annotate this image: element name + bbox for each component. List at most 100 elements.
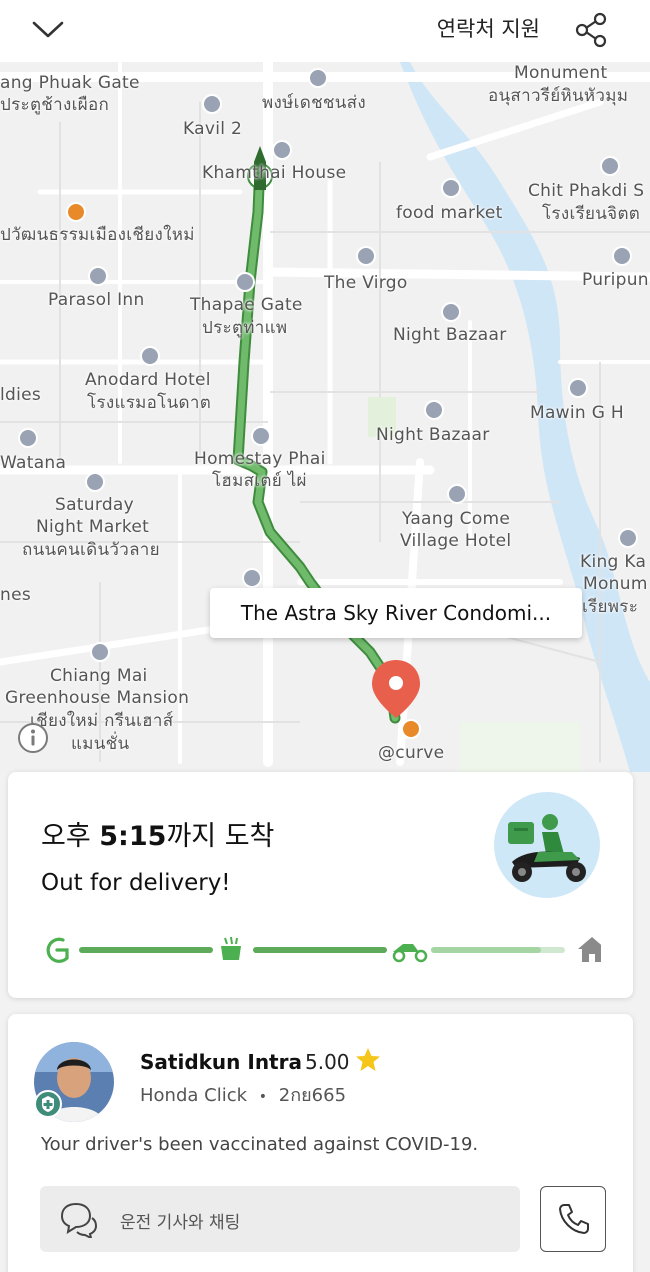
attraction-poi-icon [308,68,328,88]
attraction-poi-icon [441,302,461,322]
scooter-icon [392,944,428,963]
collapse-button[interactable] [28,12,68,48]
map-label: แมนชั่น [71,734,130,754]
map-label: Greenhouse Mansion [5,688,190,708]
chat-with-driver-button[interactable]: 운전 기사와 채팅 [40,1186,520,1252]
grab-logo-icon [46,937,69,963]
delivery-rider-illustration [494,792,600,898]
map-label: Saturday [55,495,135,515]
progress-segment-3-fill [431,947,541,953]
hotel-poi-icon [90,642,110,662]
map-label: ldies [0,385,42,405]
eta-prefix: 오후 [41,821,100,852]
top-bar: 연락처 지원 [0,0,650,62]
shop-poi-icon [401,719,421,739]
map-label: @curve [378,743,445,763]
map-label: ประตูท่าแพ [202,318,288,338]
home-icon [578,937,601,962]
map-label: Parasol Inn [48,290,145,310]
driver-name: Satidkun Intra [140,1050,302,1074]
map-label: ang Phuak Gate [0,73,140,93]
eta-card: 오후 5:15까지 도착 Out for delivery! [8,772,633,998]
hotel-poi-icon [242,568,262,588]
hotel-poi-icon [447,484,467,504]
map-label: Night Bazaar [376,425,490,445]
map-label: Night Market [36,517,150,537]
map-label: Monum [583,574,648,594]
map-label: Thapae Gate [190,295,303,315]
map-label: Chit Phakdi S [528,181,645,201]
map-label: Watana [0,453,67,473]
star-icon [356,1048,380,1071]
hotel-poi-icon [612,246,632,266]
vehicle-plate: 2กย665 [278,1085,347,1106]
vehicle-separator: • [258,1089,268,1105]
map-label: โรงเรียนจิตต [542,204,641,224]
chevron-down-icon [32,21,64,38]
hotel-poi-icon [568,378,588,398]
map-label: Yaang Come [402,509,511,529]
eta-time: 5:15 [99,821,167,852]
food-prepared-icon [221,936,241,960]
delivery-status: Out for delivery! [41,870,231,896]
map-label: เชียงใหม่ กรีนเฮาส์ [30,711,174,731]
driver-rating: 5.00 [305,1050,350,1074]
map-label: Mawin G H [530,403,624,423]
map-label: ปวัฒนธรรมเมืองเชียงใหม่ [0,225,195,245]
progress-segment-2 [253,947,387,953]
chat-button-label: 운전 기사와 채팅 [120,1213,241,1233]
vaccinated-badge-icon [34,1090,62,1118]
map-label: Night Bazaar [393,325,507,345]
map-label: ถนนคนเดินวัวลาย [22,540,160,560]
school-poi-icon [600,156,620,176]
contact-support-link[interactable]: 연락처 지원 [437,13,540,43]
call-driver-button[interactable] [540,1186,606,1252]
attraction-poi-icon [85,472,105,492]
landmark-poi-icon [618,528,638,548]
hotel-poi-icon [140,346,160,366]
hotel-poi-icon [356,246,376,266]
attraction-poi-icon [424,400,444,420]
vehicle-info: Honda Click • 2กย665 [140,1080,346,1109]
share-icon[interactable] [572,10,612,50]
route-map[interactable]: ang Phuak Gate ประตูช้างเผือก Kavil 2 พง… [0,62,650,772]
map-label: ประตูช้างเผือก [0,95,110,115]
progress-segment-1 [79,947,213,953]
driver-card: Satidkun Intra 5.00 Honda Click • 2กย665… [8,1014,633,1272]
map-label: เรียพระ [582,597,639,617]
phone-icon [559,1204,589,1234]
map-label: Khamthai House [202,163,347,183]
delivery-progress-tracker [46,936,601,963]
map-label: อนุสาวรีย์หินหัวมุม [488,86,629,106]
destination-pin-icon [372,660,420,718]
eta-title: 오후 5:15까지 도착 [41,814,274,853]
attraction-poi-icon [441,178,461,198]
map-label: The Virgo [324,273,408,293]
map-label: พงษ์เดชชนส่ง [262,93,366,113]
eta-suffix: 까지 도착 [166,821,275,852]
hotel-poi-icon [251,426,271,446]
map-label: nes [0,585,31,605]
info-icon[interactable] [17,722,49,754]
vehicle-model: Honda Click [140,1085,248,1106]
map-label: Monument [514,63,608,83]
map-label: Chiang Mai [50,666,148,686]
map-label: King Ka [580,552,647,572]
map-label: Kavil 2 [183,119,243,139]
map-label: Anodard Hotel [85,370,211,390]
attraction-poi-icon [235,272,255,292]
map-label: food market [396,203,503,223]
destination-callout[interactable]: The Astra Sky River Condomi... [210,588,582,638]
map-label: Homestay Phai [194,449,326,469]
hotel-poi-icon [88,266,108,286]
hotel-poi-icon [272,140,292,160]
chat-bubbles-icon [60,1202,98,1238]
hotel-poi-icon [202,94,222,114]
museum-poi-icon [66,202,86,222]
vaccination-note: Your driver's been vaccinated against CO… [41,1134,479,1155]
map-label: Puripun [582,270,649,290]
hotel-poi-icon [18,428,38,448]
map-label: โฮมสเตย์ ไผ่ [212,471,307,491]
map-label: โรงแรมอโนดาต [87,393,212,413]
map-label: Village Hotel [400,531,512,551]
